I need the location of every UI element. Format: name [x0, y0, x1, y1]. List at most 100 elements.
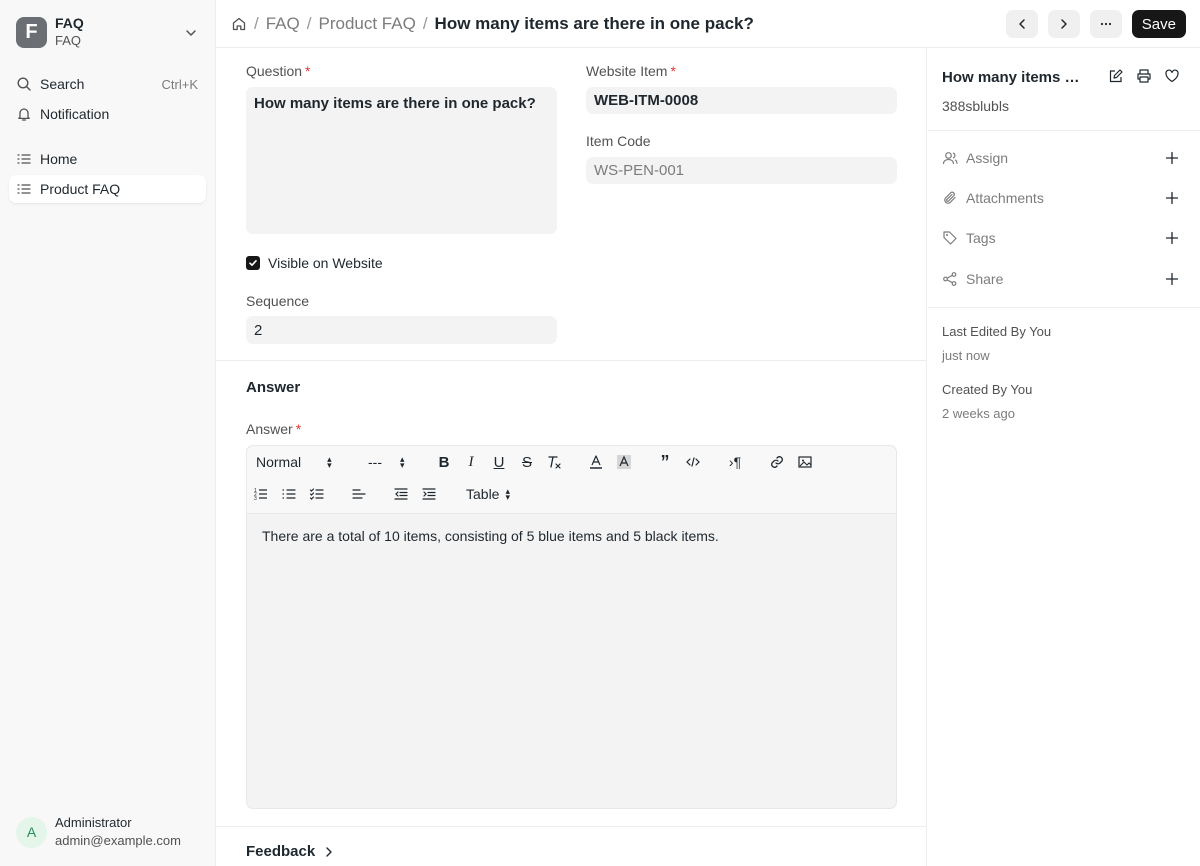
- sequence-label: Sequence: [246, 293, 310, 309]
- search-shortcut: Ctrl+K: [161, 76, 198, 92]
- notification-button[interactable]: Notification: [9, 100, 206, 128]
- item-code-label: Item Code: [586, 133, 651, 149]
- underline-icon[interactable]: U: [490, 453, 508, 471]
- sidebar-item-label: Product FAQ: [40, 181, 121, 197]
- last-edited-time: just now: [942, 348, 990, 363]
- paragraph-direction-icon[interactable]: ›¶: [726, 453, 744, 471]
- form-area: Question * How many items are there in on…: [216, 48, 927, 866]
- svg-text:3: 3: [254, 496, 257, 502]
- share-row[interactable]: Share: [942, 267, 1186, 291]
- plus-icon[interactable]: [1165, 151, 1179, 165]
- previous-button[interactable]: [1005, 10, 1038, 38]
- document-sidebar: How many items are there in one pack? 38…: [928, 48, 1200, 866]
- list-icon: [16, 181, 32, 197]
- notification-label: Notification: [40, 106, 110, 122]
- avatar: A: [16, 816, 47, 848]
- bullet-list-icon[interactable]: [280, 485, 298, 503]
- breadcrumb-faq[interactable]: FAQ: [266, 14, 300, 34]
- feedback-section-toggle[interactable]: Feedback: [246, 843, 335, 860]
- align-icon[interactable]: [350, 485, 368, 503]
- page-title: How many items are there in one pack?: [434, 13, 754, 33]
- next-button[interactable]: [1047, 10, 1080, 38]
- answer-section-title: Answer: [246, 379, 301, 396]
- paperclip-icon: [942, 190, 958, 206]
- sidebar-item-home[interactable]: Home: [9, 145, 206, 173]
- website-item-field[interactable]: WEB-ITM-0008: [586, 87, 897, 114]
- save-button[interactable]: Save: [1131, 10, 1186, 38]
- print-icon[interactable]: [1136, 68, 1152, 84]
- app-switcher[interactable]: F FAQ FAQ: [16, 14, 202, 50]
- text-style-select[interactable]: Normal ▴ ▾: [256, 454, 332, 470]
- bold-icon[interactable]: B: [435, 453, 453, 471]
- clear-format-icon[interactable]: [545, 453, 563, 471]
- home-icon[interactable]: [231, 16, 247, 32]
- font-size-select[interactable]: --- ▴ ▾: [368, 454, 405, 470]
- table-select[interactable]: Table ▴ ▾: [466, 486, 510, 502]
- user-email: admin@example.com: [55, 833, 181, 848]
- search-icon: [16, 76, 32, 92]
- more-actions-button[interactable]: [1089, 10, 1122, 38]
- plus-icon[interactable]: [1165, 272, 1179, 286]
- sidebar-item-product-faq[interactable]: Product FAQ: [9, 175, 206, 203]
- sequence-field[interactable]: 2: [246, 316, 557, 344]
- section-divider: [216, 360, 926, 361]
- created-label: Created By You: [942, 382, 1033, 397]
- visible-on-website-label: Visible on Website: [268, 255, 383, 271]
- user-name: Administrator: [55, 815, 132, 830]
- link-icon[interactable]: [768, 453, 786, 471]
- section-divider: [928, 307, 1200, 308]
- plus-icon[interactable]: [1165, 191, 1179, 205]
- edit-icon[interactable]: [1108, 68, 1124, 84]
- checklist-icon[interactable]: [308, 485, 326, 503]
- search-label: Search: [40, 76, 85, 92]
- document-id: 388sblubls: [942, 98, 1009, 114]
- user-icon: [942, 150, 958, 166]
- blockquote-icon[interactable]: ”: [656, 452, 674, 472]
- app-name: FAQ: [55, 14, 84, 31]
- feedback-label: Feedback: [246, 843, 316, 860]
- sidebar: F FAQ FAQ Search Ctrl+K Notification Hom…: [0, 0, 216, 866]
- breadcrumb-separator: /: [254, 13, 259, 33]
- breadcrumb-separator: /: [422, 13, 428, 33]
- list-icon: [16, 151, 32, 167]
- text-color-icon[interactable]: [587, 453, 605, 471]
- app-subtitle: FAQ: [55, 32, 82, 48]
- created-time: 2 weeks ago: [942, 406, 1015, 421]
- answer-text[interactable]: There are a total of 10 items, consistin…: [262, 528, 719, 544]
- question-textarea[interactable]: How many items are there in one pack?: [246, 87, 557, 234]
- chevron-down-icon: [184, 26, 198, 40]
- chevron-right-icon: [1057, 17, 1071, 31]
- attachments-row[interactable]: Attachments: [942, 186, 1186, 210]
- tags-row[interactable]: Tags: [942, 226, 1186, 250]
- checkbox-checked-icon: [246, 256, 260, 270]
- section-divider: [216, 826, 926, 827]
- answer-editor[interactable]: Normal ▴ ▾ --- ▴ ▾ B I U S ” ›¶ 1 2 3 Ta…: [246, 445, 897, 809]
- indent-icon[interactable]: [420, 485, 438, 503]
- breadcrumb-product-faq[interactable]: Product FAQ: [318, 14, 415, 34]
- website-item-label: Website Item *: [586, 63, 676, 79]
- tag-icon: [942, 230, 958, 246]
- chevron-right-icon: [323, 846, 335, 858]
- assign-label: Assign: [966, 150, 1009, 166]
- visible-on-website-checkbox[interactable]: Visible on Website: [246, 255, 383, 271]
- italic-icon[interactable]: I: [462, 453, 480, 471]
- page-header: / FAQ / Product FAQ / How many items are…: [216, 0, 1200, 48]
- item-code-field[interactable]: WS-PEN-001: [586, 157, 897, 184]
- sidebar-item-label: Home: [40, 151, 78, 167]
- user-menu[interactable]: A Administrator admin@example.com: [16, 814, 181, 850]
- heart-icon[interactable]: [1164, 68, 1180, 84]
- code-icon[interactable]: [684, 453, 702, 471]
- assign-row[interactable]: Assign: [942, 146, 1186, 170]
- share-label: Share: [966, 271, 1004, 287]
- search-button[interactable]: Search Ctrl+K: [9, 70, 206, 98]
- bell-icon: [16, 106, 32, 122]
- chevron-left-icon: [1015, 17, 1029, 31]
- plus-icon[interactable]: [1165, 231, 1179, 245]
- outdent-icon[interactable]: [392, 485, 410, 503]
- breadcrumb: / FAQ / Product FAQ / How many items are…: [231, 14, 754, 34]
- share-icon: [942, 271, 958, 287]
- strikethrough-icon[interactable]: S: [518, 453, 536, 471]
- highlight-color-icon[interactable]: [615, 453, 633, 471]
- image-icon[interactable]: [796, 453, 814, 471]
- ordered-list-icon[interactable]: 123: [252, 485, 270, 503]
